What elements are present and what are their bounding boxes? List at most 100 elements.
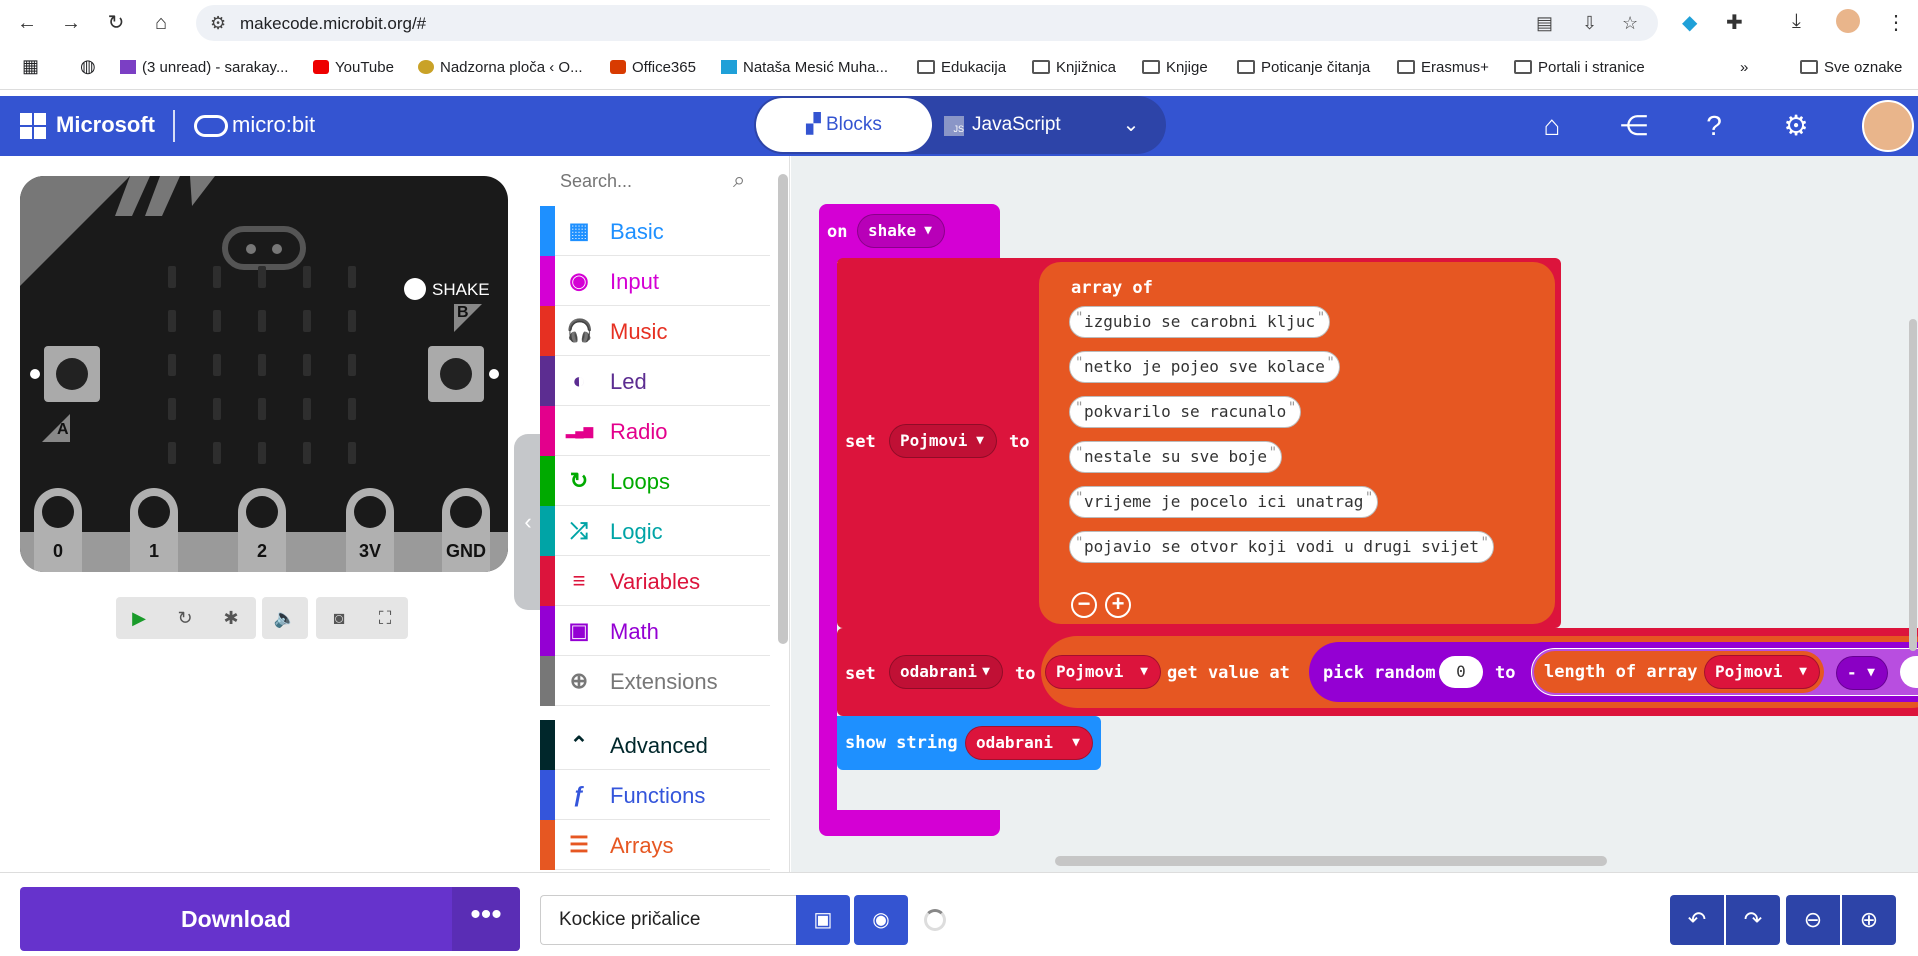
help-icon[interactable]: ? (1694, 108, 1734, 144)
settings-gear-icon[interactable]: ⚙ (1776, 108, 1816, 144)
category-input[interactable]: ◉ Input (540, 256, 770, 306)
share-icon[interactable]: ⋲ (1614, 108, 1654, 144)
category-logic[interactable]: ⤮ Logic (540, 506, 770, 556)
bookmark-item[interactable]: Poticanje čitanja (1237, 59, 1370, 76)
event-dropdown[interactable]: shake ▼ (857, 214, 945, 248)
github-icon[interactable]: ◉ (854, 895, 908, 945)
odabrani-variable-dropdown[interactable]: odabrani ▼ (889, 655, 1003, 689)
zoom-out-icon[interactable]: ⊖ (1786, 895, 1840, 945)
bookmark-item[interactable]: Nadzorna ploča ‹ O... (418, 59, 583, 76)
profile-avatar[interactable] (1836, 9, 1860, 33)
mute-speaker-icon[interactable]: 🔈 (262, 597, 308, 639)
add-item-plus-icon[interactable]: + (1105, 592, 1131, 618)
logo-touch-icon[interactable] (222, 226, 306, 270)
workspace-horizontal-scrollbar[interactable] (1055, 856, 1607, 866)
zoom-in-icon[interactable]: ⊕ (1842, 895, 1896, 945)
restart-icon[interactable]: ↻ (162, 597, 208, 639)
address-text[interactable]: makecode.microbit.org/# (240, 14, 426, 34)
category-advanced[interactable]: ⌃ Advanced (540, 720, 770, 770)
workspace-vertical-scrollbar[interactable] (1909, 319, 1917, 651)
redo-icon[interactable]: ↷ (1726, 895, 1780, 945)
button-a[interactable] (44, 346, 100, 402)
random-from-input[interactable]: 0 (1439, 656, 1483, 688)
string-item[interactable]: netko je pojeo sve kolace (1069, 348, 1340, 383)
blocks-workspace[interactable]: on shake▼ set Pojmovi▼ to array of izgub… (791, 156, 1918, 872)
bookmark-item[interactable]: Nataša Mesić Muha... (721, 59, 888, 76)
operator-dropdown[interactable]: - ▼ (1836, 656, 1888, 690)
show-string-block[interactable]: show string odabrani ▼ (837, 716, 1101, 770)
set-odabrani-block[interactable]: set odabrani ▼ to Pojmovi ▼ get value at p… (837, 628, 1918, 716)
menu-icon[interactable]: ⋮ (1886, 10, 1906, 35)
pick-random-block[interactable]: pick random 0 to length of array Pojmovi… (1309, 642, 1918, 702)
category-led[interactable]: ◐ Led (540, 356, 770, 406)
set-pojmovi-block[interactable]: set Pojmovi▼ to array of izgubio se caro… (837, 258, 1561, 628)
bookmark-item[interactable]: YouTube (313, 59, 394, 76)
project-name-input[interactable] (540, 895, 796, 945)
search-input[interactable] (560, 168, 730, 194)
bookmark-item[interactable]: Portali i stranice (1514, 59, 1645, 76)
microsoft-brand[interactable]: Microsoft (56, 112, 155, 138)
address-bar[interactable]: ⚙ makecode.microbit.org/# ▤ ⇩ ☆ (196, 5, 1658, 41)
pin-0[interactable]: 0 (34, 488, 82, 572)
category-arrays[interactable]: ☰ Arrays (540, 820, 770, 870)
debug-bug-icon[interactable]: ✱ (208, 597, 254, 639)
array-variable-dropdown[interactable]: Pojmovi ▼ (1045, 655, 1161, 689)
bookmark-item[interactable]: Sve oznake (1800, 59, 1902, 76)
bookmark-item[interactable]: Erasmus+ (1397, 59, 1489, 76)
reload-icon[interactable]: ↻ (101, 8, 131, 38)
bookmark-item[interactable]: Knjižnica (1032, 59, 1116, 76)
globe-icon[interactable]: ◍ (80, 56, 96, 77)
microbit-board[interactable]: A B SHAKE 0 1 2 3V GND (20, 176, 508, 572)
home-icon[interactable]: ⌂ (146, 8, 176, 38)
length-array-variable-dropdown[interactable]: Pojmovi ▼ (1704, 655, 1820, 689)
category-loops[interactable]: ↻ Loops (540, 456, 770, 506)
category-radio[interactable]: ▂▄▆ Radio (540, 406, 770, 456)
pin-gnd[interactable]: GND (442, 488, 490, 572)
remove-item-minus-icon[interactable]: − (1071, 592, 1097, 618)
pin-3v[interactable]: 3V (346, 488, 394, 572)
home-icon[interactable]: ⌂ (1532, 108, 1572, 144)
category-math[interactable]: ▣ Math (540, 606, 770, 656)
extensions-puzzle-icon[interactable]: ✚ (1726, 10, 1743, 35)
play-icon[interactable]: ▶ (116, 597, 162, 639)
back-icon[interactable]: ← (12, 8, 42, 38)
bookmark-item[interactable]: Office365 (610, 59, 696, 76)
get-value-at-block[interactable]: Pojmovi ▼ get value at pick random 0 to l… (1041, 636, 1918, 708)
pin-1[interactable]: 1 (130, 488, 178, 572)
on-shake-block[interactable]: on shake ▼ (819, 204, 1000, 262)
fullscreen-icon[interactable]: ⛶ (362, 597, 408, 639)
category-basic[interactable]: ▦ Basic (540, 206, 770, 256)
toolbox-scroll-thumb[interactable] (778, 174, 788, 644)
search-icon[interactable]: ⌕ (733, 167, 745, 193)
string-item[interactable]: pokvarilo se racunalo (1069, 393, 1302, 428)
site-info-icon[interactable]: ⚙ (210, 13, 226, 34)
save-disk-icon[interactable]: ▣ (796, 895, 850, 945)
language-dropdown-chevron-icon[interactable]: ⌄ (1106, 98, 1156, 152)
bookmark-star-icon[interactable]: ☆ (1622, 13, 1638, 34)
subtract-value-input[interactable] (1900, 656, 1918, 688)
string-item[interactable]: pojavio se otvor koji vodi u drugi svije… (1069, 528, 1494, 563)
bookmark-item[interactable]: Edukacija (917, 59, 1006, 76)
apps-icon[interactable]: ▦ (22, 56, 39, 77)
extension-icon[interactable]: ◆ (1682, 10, 1697, 35)
forward-icon[interactable]: → (56, 8, 86, 38)
tab-javascript[interactable]: JS JavaScript (944, 98, 1094, 152)
downloads-icon[interactable]: ⤓ (1792, 10, 1801, 33)
category-extensions[interactable]: ⊕ Extensions (540, 656, 770, 706)
install-icon[interactable]: ⇩ (1582, 13, 1597, 34)
microbit-brand[interactable]: micro:bit (232, 112, 315, 138)
show-string-variable-dropdown[interactable]: odabrani ▼ (965, 726, 1093, 760)
user-avatar[interactable] (1862, 100, 1914, 152)
array-of-block[interactable]: array of izgubio se carobni kljuc netko j… (1039, 262, 1555, 624)
minus-operation-block[interactable]: length of array Pojmovi ▼ - ▼ (1531, 648, 1918, 696)
category-functions[interactable]: ƒ Functions (540, 770, 770, 820)
shake-indicator[interactable] (404, 278, 426, 300)
bookmark-item[interactable]: (3 unread) - sarakay... (120, 59, 288, 76)
page-icon[interactable]: ▤ (1536, 13, 1553, 34)
more-bookmarks-icon[interactable]: » (1740, 59, 1748, 76)
more-options-ellipsis-icon[interactable]: ••• (452, 887, 520, 951)
string-item[interactable]: nestale su sve boje (1069, 438, 1283, 473)
pojmovi-variable-dropdown[interactable]: Pojmovi ▼ (889, 424, 997, 458)
string-item[interactable]: vrijeme je pocelo ici unatrag (1069, 483, 1379, 518)
tab-blocks[interactable]: ▞ Blocks (756, 98, 932, 152)
